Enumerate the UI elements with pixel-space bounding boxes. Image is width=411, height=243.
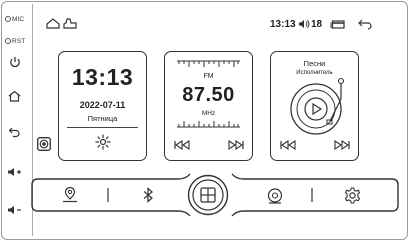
bluetooth-icon[interactable]: [142, 187, 154, 203]
car-icon[interactable]: [63, 18, 77, 29]
home-icon[interactable]: [8, 90, 21, 102]
music-song-title: Песни: [303, 59, 326, 68]
music-widget[interactable]: Песни Исполнитель: [270, 51, 359, 161]
status-bar: 13:13 18: [0, 15, 411, 35]
power-icon[interactable]: [9, 56, 21, 68]
radio-unit: MHz: [201, 110, 216, 117]
navigation-icon[interactable]: [62, 186, 78, 203]
clock-widget[interactable]: 13:13 2022-07-11 Пятница: [58, 51, 147, 161]
rst-label[interactable]: RST: [5, 38, 25, 45]
volume-icon[interactable]: [298, 19, 310, 29]
status-time: 13:13: [270, 19, 296, 30]
settings-icon[interactable]: [344, 187, 361, 204]
music-artist: Исполнитель: [296, 70, 333, 76]
previous-track-icon[interactable]: [280, 139, 296, 151]
music-disc-icon[interactable]: [267, 188, 283, 204]
clock-time: 13:13: [71, 64, 134, 90]
camera-icon[interactable]: [37, 137, 51, 151]
back-icon[interactable]: [8, 126, 21, 138]
clock-date: 2022-07-11: [79, 100, 126, 110]
apps-grid-button[interactable]: [187, 174, 229, 216]
back-icon[interactable]: [358, 19, 372, 30]
next-track-icon[interactable]: [334, 139, 350, 151]
vinyl-record-icon: [286, 77, 348, 137]
window-icon[interactable]: [330, 20, 345, 29]
volume-level: 18: [311, 19, 323, 30]
clock-divider: [67, 127, 138, 128]
weather-sun-icon: [95, 134, 111, 150]
frequency-scale-bottom: [177, 118, 240, 128]
clock-weekday: Пятница: [87, 114, 118, 123]
radio-band: FM: [203, 73, 214, 80]
home-icon[interactable]: [46, 18, 60, 29]
frequency-scale-top: [177, 60, 240, 69]
radio-widget[interactable]: FM 87.50 MHz: [164, 51, 253, 161]
seek-next-icon[interactable]: [228, 139, 244, 151]
reset-hole-icon: [5, 38, 11, 45]
radio-frequency: 87.50: [182, 84, 235, 106]
seek-previous-icon[interactable]: [174, 139, 190, 151]
